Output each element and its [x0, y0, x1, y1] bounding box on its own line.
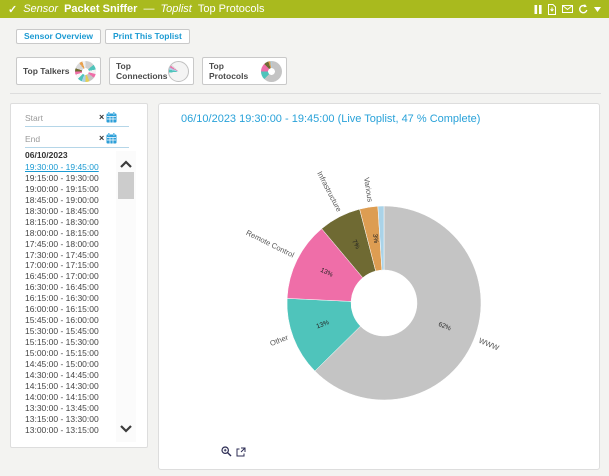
interval-link[interactable]: 13:30:00 - 13:45:00	[25, 403, 119, 414]
interval-link[interactable]: 17:30:00 - 17:45:00	[25, 250, 119, 261]
interval-link[interactable]: 16:30:00 - 16:45:00	[25, 282, 119, 293]
interval-link[interactable]: 18:30:00 - 18:45:00	[25, 206, 119, 217]
tab-label: Top Connections	[116, 61, 168, 81]
interval-link[interactable]: 16:45:00 - 17:00:00	[25, 271, 119, 282]
scroll-down-icon[interactable]	[120, 420, 132, 438]
slice-pct-label: 3%	[371, 233, 379, 244]
slice-name-label: Various	[362, 177, 375, 203]
clear-start-icon[interactable]: ×	[99, 113, 104, 122]
interval-link[interactable]: 17:45:00 - 18:00:00	[25, 239, 119, 250]
toplist-chart-panel: 06/10/2023 19:30:00 - 19:45:00 (Live Top…	[158, 103, 600, 470]
interval-link[interactable]: 15:30:00 - 15:45:00	[25, 326, 119, 337]
clear-end-icon[interactable]: ×	[99, 134, 104, 143]
pause-icon[interactable]	[534, 5, 542, 14]
interval-link[interactable]: 14:00:00 - 14:15:00	[25, 392, 119, 403]
toplist-tabs: Top Talkers Top Connections Top Protocol…	[16, 57, 287, 85]
caret-down-icon[interactable]	[594, 7, 601, 12]
email-icon[interactable]	[562, 5, 573, 13]
scrollbar[interactable]	[116, 151, 136, 442]
header-separator: —	[143, 3, 154, 15]
interval-link[interactable]: 19:00:00 - 19:15:00	[25, 184, 119, 195]
interval-list: 19:30:00 - 19:45:0019:15:00 - 19:30:0019…	[25, 162, 119, 435]
interval-link[interactable]: 14:15:00 - 14:30:00	[25, 381, 119, 392]
sensor-overview-button[interactable]: Sensor Overview	[16, 29, 101, 44]
interval-link[interactable]: 17:00:00 - 17:15:00	[25, 260, 119, 271]
slice-name-label: WWW	[477, 336, 501, 353]
section-divider	[10, 93, 601, 94]
slice-name-label: Remote Control	[245, 228, 296, 260]
toplist-kind-label: Toplist	[160, 3, 191, 15]
ok-check-icon: ✓	[8, 3, 17, 16]
refresh-icon[interactable]	[578, 4, 589, 15]
end-date-input[interactable]	[25, 134, 99, 144]
time-filter-panel: × × 06/10/2023 19:30:00 - 19:45:0019:15:…	[10, 103, 148, 448]
date-header: 06/10/2023	[25, 150, 68, 160]
print-toplist-button[interactable]: Print This Toplist	[105, 29, 190, 44]
report-icon[interactable]	[547, 4, 557, 15]
calendar-icon[interactable]	[106, 112, 117, 123]
tab-label: Top Talkers	[23, 66, 69, 76]
sensor-name: Packet Sniffer	[64, 3, 137, 15]
interval-link[interactable]: 16:15:00 - 16:30:00	[25, 293, 119, 304]
interval-link[interactable]: 13:15:00 - 13:30:00	[25, 414, 119, 425]
interval-link[interactable]: 16:00:00 - 16:15:00	[25, 304, 119, 315]
external-link-icon[interactable]	[236, 447, 246, 457]
interval-link[interactable]: 15:15:00 - 15:30:00	[25, 337, 119, 348]
tab-label: Top Protocols	[209, 61, 261, 81]
app-window: ✓ Sensor Packet Sniffer — Toplist Top Pr…	[0, 0, 609, 476]
interval-link[interactable]: 15:00:00 - 15:15:00	[25, 348, 119, 359]
toplist-name: Top Protocols	[198, 3, 265, 15]
top-protocols-pie-icon	[261, 61, 282, 82]
interval-link[interactable]: 14:30:00 - 14:45:00	[25, 370, 119, 381]
protocol-donut-chart: 62%WWW13%Other13%Remote Control7%Infrast…	[159, 126, 601, 456]
interval-link[interactable]: 15:45:00 - 16:00:00	[25, 315, 119, 326]
interval-link[interactable]: 13:00:00 - 13:15:00	[25, 425, 119, 436]
top-talkers-pie-icon	[75, 61, 96, 82]
slice-name-label: Infrastructure	[315, 170, 343, 213]
interval-link[interactable]: 19:15:00 - 19:30:00	[25, 173, 119, 184]
interval-link[interactable]: 18:15:00 - 18:30:00	[25, 217, 119, 228]
chart-title: 06/10/2023 19:30:00 - 19:45:00 (Live Top…	[181, 113, 480, 125]
zoom-icon[interactable]	[221, 446, 232, 457]
tab-top-talkers[interactable]: Top Talkers	[16, 57, 101, 85]
interval-link[interactable]: 14:45:00 - 15:00:00	[25, 359, 119, 370]
calendar-icon[interactable]	[106, 133, 117, 144]
slice-name-label: Other	[269, 333, 290, 348]
scrollbar-thumb[interactable]	[118, 172, 134, 199]
header-bar: ✓ Sensor Packet Sniffer — Toplist Top Pr…	[0, 0, 609, 18]
start-date-input[interactable]	[25, 113, 99, 123]
interval-link[interactable]: 18:00:00 - 18:15:00	[25, 228, 119, 239]
interval-link[interactable]: 19:30:00 - 19:45:00	[25, 162, 119, 173]
toolbar: Sensor Overview Print This Toplist	[16, 29, 190, 44]
top-connections-pie-icon	[168, 61, 189, 82]
tab-top-connections[interactable]: Top Connections	[109, 57, 194, 85]
sensor-kind-label: Sensor	[23, 3, 58, 15]
scroll-up-icon[interactable]	[120, 155, 132, 173]
interval-link[interactable]: 18:45:00 - 19:00:00	[25, 195, 119, 206]
tab-top-protocols[interactable]: Top Protocols	[202, 57, 287, 85]
